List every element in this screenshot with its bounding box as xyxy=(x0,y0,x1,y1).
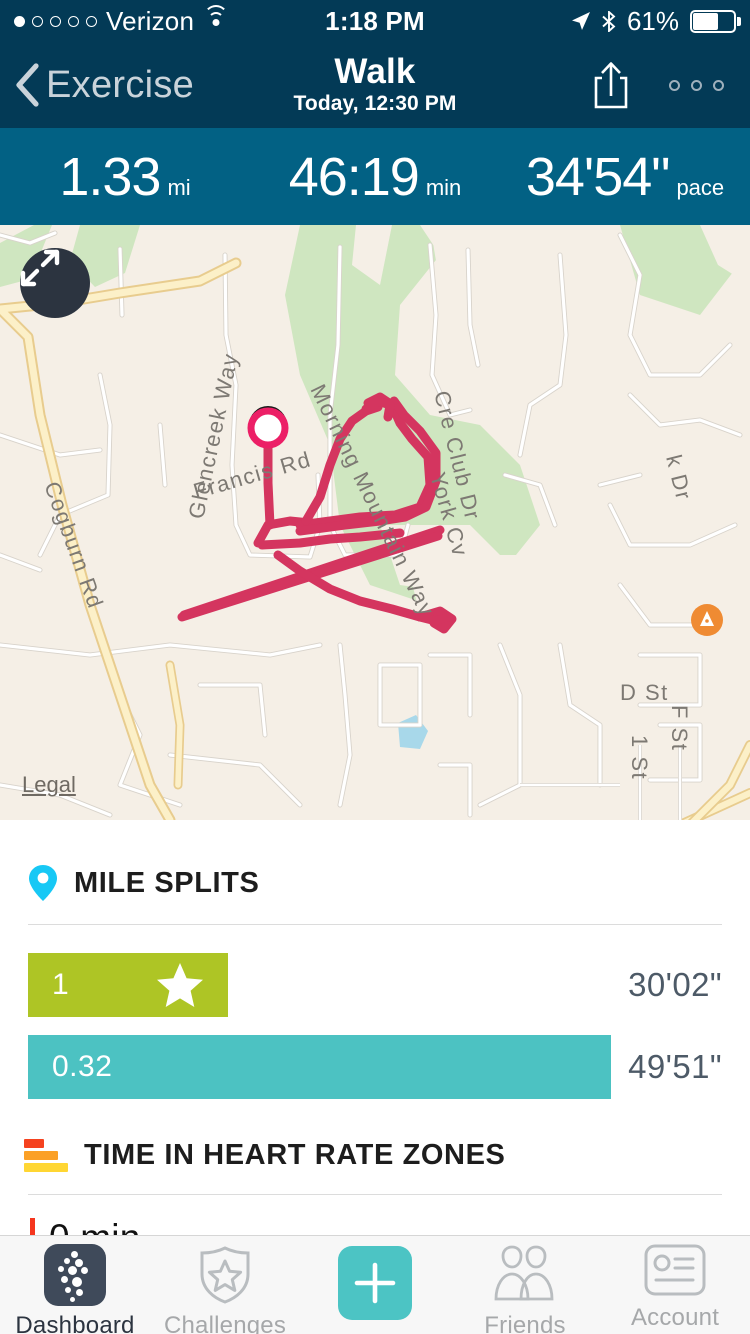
heart-rate-zones-title: TIME IN HEART RATE ZONES xyxy=(84,1139,505,1172)
mile-splits-list: 1 30'02" 0.32 49'51" xyxy=(0,925,750,1101)
stat-distance-value: 1.33 xyxy=(59,146,160,208)
fitbit-dots-icon xyxy=(44,1244,106,1306)
expand-map-button[interactable] xyxy=(20,248,90,318)
tab-challenges[interactable]: Challenges xyxy=(150,1236,300,1334)
status-bar: Verizon 1:18 PM 61% xyxy=(0,0,750,42)
plus-icon xyxy=(353,1261,397,1305)
carrier-name: Verizon xyxy=(106,6,194,37)
add-button[interactable] xyxy=(338,1246,412,1320)
expand-arrows-icon xyxy=(20,248,60,288)
account-card-icon xyxy=(644,1244,706,1298)
tab-account[interactable]: Account xyxy=(600,1236,750,1332)
tab-challenges-label: Challenges xyxy=(164,1312,286,1334)
heart-rate-zones-header: TIME IN HEART RATE ZONES xyxy=(0,1115,750,1172)
road-label-f-st: F St xyxy=(667,705,692,751)
signal-dot-3 xyxy=(50,16,61,27)
mile-splits-title: MILE SPLITS xyxy=(74,867,259,900)
status-bar-right: 61% xyxy=(425,6,736,37)
workout-stats-bar: 1.33 mi 46:19 min 34'54" pace xyxy=(0,128,750,225)
map-canvas: Francis Rd York Cv k Dr Glencreek Way Mo… xyxy=(0,225,750,820)
page-title: Walk xyxy=(255,54,495,90)
signal-dot-4 xyxy=(68,16,79,27)
map-legal-link[interactable]: Legal xyxy=(22,772,76,798)
stat-pace-value: 34'54" xyxy=(526,146,670,208)
split-bar-1: 1 xyxy=(28,953,228,1017)
pizza-hut-poi-marker xyxy=(691,604,723,636)
status-bar-left: Verizon xyxy=(14,6,325,37)
stat-duration: 46:19 min xyxy=(250,146,500,208)
back-button-label: Exercise xyxy=(46,64,194,107)
split-distance: 0.32 xyxy=(52,1050,112,1084)
app-screen: Verizon 1:18 PM 61% Exercise xyxy=(0,0,750,1334)
stat-distance-unit: mi xyxy=(167,175,190,201)
signal-dot-5 xyxy=(86,16,97,27)
table-row[interactable]: 1 30'02" xyxy=(28,951,722,1019)
back-button[interactable]: Exercise xyxy=(0,63,255,107)
hr-zone-row[interactable]: 0 min xyxy=(0,1195,750,1235)
share-icon[interactable] xyxy=(589,60,633,110)
more-options-button[interactable] xyxy=(669,80,724,91)
route-start-marker xyxy=(251,408,285,445)
split-time: 49'51" xyxy=(628,1048,722,1086)
mile-splits-header: MILE SPLITS xyxy=(0,820,750,902)
split-distance: 1 xyxy=(52,968,69,1002)
tab-dashboard-label: Dashboard xyxy=(15,1312,134,1334)
road-label-1-st: 1 St xyxy=(627,735,652,780)
navigation-bar: Exercise Walk Today, 12:30 PM xyxy=(0,42,750,128)
workout-detail-sections: MILE SPLITS 1 30'02" 0.32 49'51" xyxy=(0,820,750,1235)
tab-friends-label: Friends xyxy=(484,1312,565,1334)
chevron-left-icon xyxy=(14,63,40,107)
best-split-star-icon xyxy=(156,962,204,1008)
tab-dashboard[interactable]: Dashboard xyxy=(0,1236,150,1334)
battery-percent: 61% xyxy=(627,6,679,37)
battery-icon xyxy=(690,10,736,33)
road-label-d-st: D St xyxy=(620,680,669,705)
split-bar-2: 0.32 xyxy=(28,1035,611,1099)
split-time: 30'02" xyxy=(628,966,722,1004)
hr-zones-icon xyxy=(24,1139,68,1172)
tab-friends[interactable]: Friends xyxy=(450,1236,600,1334)
hr-zone-minutes: 0 min xyxy=(49,1217,140,1235)
shield-star-icon xyxy=(194,1244,256,1306)
map-pin-icon xyxy=(28,864,58,902)
nav-actions xyxy=(495,60,750,110)
location-arrow-icon xyxy=(571,11,591,31)
nav-title-block: Walk Today, 12:30 PM xyxy=(255,54,495,116)
bluetooth-icon xyxy=(602,11,616,32)
stat-duration-value: 46:19 xyxy=(289,146,419,208)
stat-pace: 34'54" pace xyxy=(500,146,750,208)
page-subtitle: Today, 12:30 PM xyxy=(255,92,495,116)
signal-strength-dots xyxy=(14,16,97,27)
tab-account-label: Account xyxy=(631,1304,719,1332)
stat-distance: 1.33 mi xyxy=(0,146,250,208)
tab-add[interactable] xyxy=(300,1236,450,1320)
route-map[interactable]: Francis Rd York Cv k Dr Glencreek Way Mo… xyxy=(0,225,750,820)
bottom-tab-bar: Dashboard Challenges Friends xyxy=(0,1235,750,1334)
table-row[interactable]: 0.32 49'51" xyxy=(28,1033,722,1101)
stat-pace-unit: pace xyxy=(676,175,724,201)
wifi-icon xyxy=(203,12,228,30)
signal-dot-2 xyxy=(32,16,43,27)
status-bar-clock: 1:18 PM xyxy=(325,6,425,37)
signal-dot-1 xyxy=(14,16,25,27)
stat-duration-unit: min xyxy=(426,175,461,201)
hr-zone-color-tick xyxy=(30,1218,35,1235)
friends-icon xyxy=(492,1244,558,1306)
